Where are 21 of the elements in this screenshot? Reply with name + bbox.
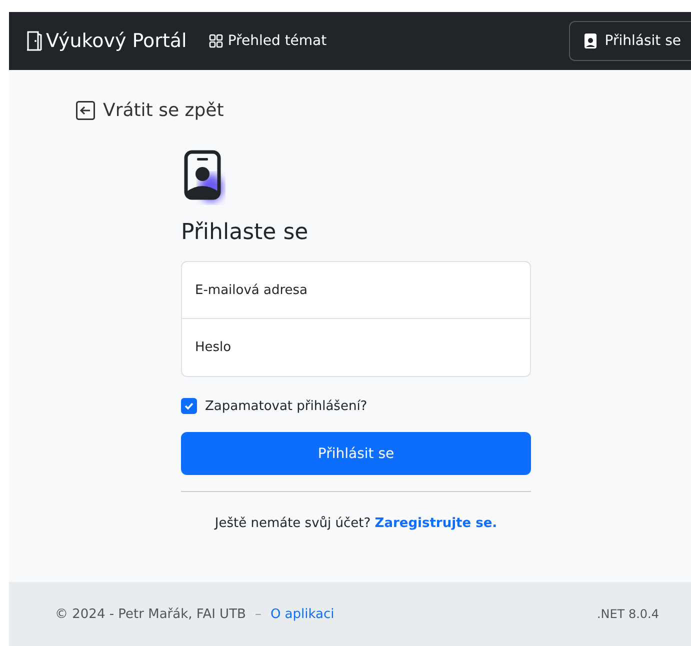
badge-icon: [584, 33, 597, 49]
about-link[interactable]: O aplikaci: [270, 606, 334, 622]
checkmark-icon: [184, 401, 194, 411]
login-button[interactable]: Přihlásit se: [568, 21, 691, 61]
copyright-text: © 2024 - Petr Mařák, FAI UTB: [55, 606, 246, 622]
password-field[interactable]: Heslo: [181, 319, 531, 377]
door-icon: [26, 31, 42, 51]
arrow-left-icon: [76, 101, 95, 120]
register-prompt: Ještě nemáte svůj účet? Zaregistrujte se.: [214, 516, 498, 531]
brand-link[interactable]: Výukový Portál: [26, 30, 187, 52]
version-text: .NET 8.0.4: [596, 607, 659, 621]
remember-checkbox[interactable]: [181, 398, 197, 414]
grid-icon: [208, 34, 223, 48]
submit-button[interactable]: Přihlásit se: [181, 432, 531, 475]
form-title: Přihlaste se: [181, 220, 310, 245]
register-link[interactable]: Zaregistrujte se.: [374, 516, 498, 531]
nav-link[interactable]: Přehled témat: [208, 33, 327, 49]
remember-label: Zapamatovat přihlášení?: [205, 398, 368, 414]
back-link[interactable]: Vrátit se zpět: [76, 100, 224, 121]
separator: –: [254, 606, 262, 622]
email-field[interactable]: E-mailová adresa: [181, 261, 531, 319]
